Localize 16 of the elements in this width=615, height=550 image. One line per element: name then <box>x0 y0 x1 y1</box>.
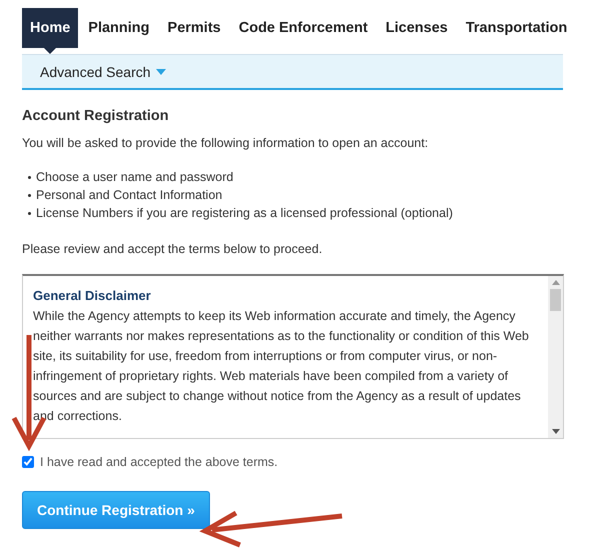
requirement-item: License Numbers if you are registering as a licensed professional (optional) <box>36 205 453 222</box>
nav-tab[interactable]: Transportation <box>458 8 576 48</box>
disclaimer-title: General Disclaimer <box>33 287 152 305</box>
requirement-item: Personal and Contact Information <box>36 187 222 204</box>
checkbox-label[interactable]: I have read and accepted the above terms. <box>40 455 278 469</box>
review-note: Please review and accept the terms below to proceed. <box>22 242 324 256</box>
nav-tab[interactable]: Planning <box>80 8 158 48</box>
requirement-item: Choose a user name and password <box>36 169 234 186</box>
intro-text: You will be asked to provide the following information to open an account: <box>22 136 430 150</box>
nav-tab[interactable]: Code Enforcement <box>230 8 376 48</box>
advanced-search-link[interactable]: Advanced Search <box>40 64 151 80</box>
nav-tab[interactable]: Home <box>22 8 78 48</box>
section-heading: Account Registration <box>22 108 170 124</box>
disclaimer-text: While the Agency attempts to keep its Web information accurate and timely, the Agency neither warrants nor makes representations as to the functionality or condition of this Web site, its suitability for use, freedom from interruptions or from computer virus, or non-infringement of proprietary rights. Web materials have been compiled from a variety of sources and are subject to change without notice from the Agency as a result of updates and corrections. <box>33 309 529 423</box>
nav-tab[interactable]: Permits <box>160 8 229 48</box>
nav-tab[interactable]: Licenses <box>378 8 456 48</box>
